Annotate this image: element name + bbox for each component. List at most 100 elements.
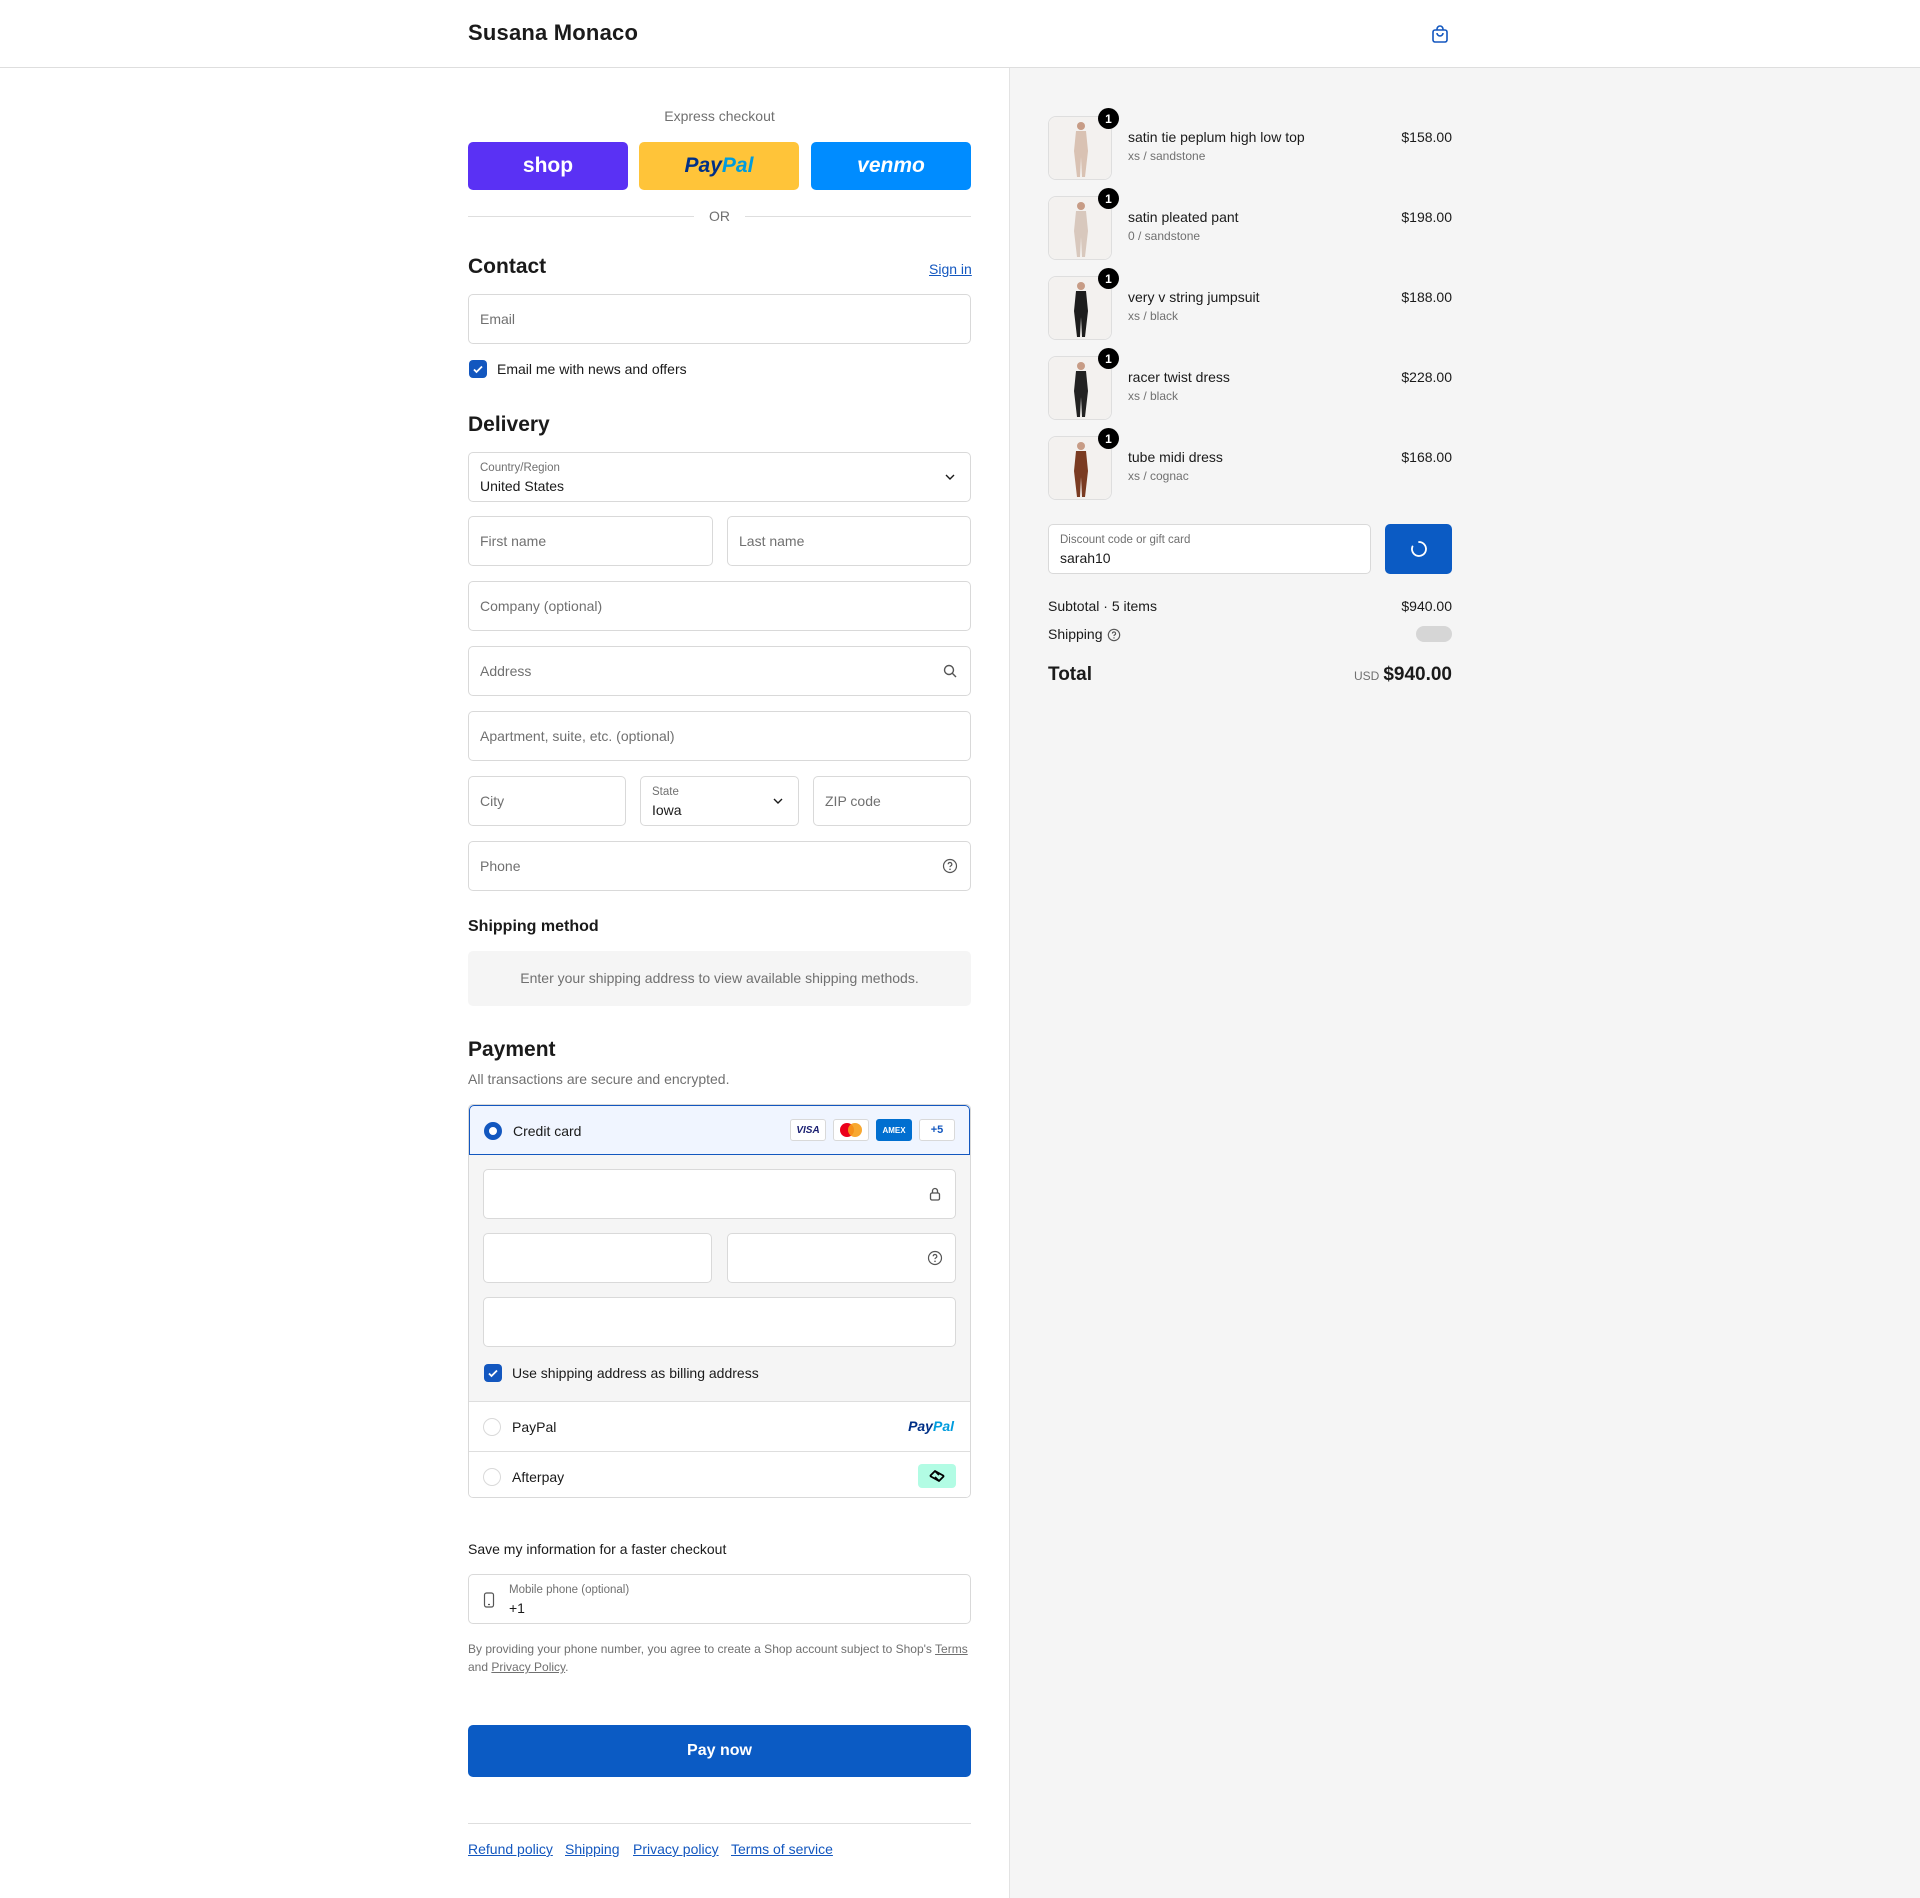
order-item: 1 very v string jumpsuit xs / black $188…	[1048, 268, 1452, 340]
sign-in-link[interactable]: Sign in	[929, 261, 972, 277]
apply-discount-button[interactable]	[1385, 524, 1452, 574]
product-name: racer twist dress	[1128, 369, 1230, 385]
help-circle-icon[interactable]	[1107, 628, 1121, 642]
product-variant: xs / black	[1128, 389, 1179, 403]
apartment-input[interactable]: Apartment, suite, etc. (optional)	[468, 711, 971, 761]
afterpay-option[interactable]: Afterpay	[469, 1452, 970, 1497]
amex-icon: AMEX	[876, 1119, 912, 1141]
refund-policy-link[interactable]: Refund policy	[468, 1841, 553, 1857]
paypal-button[interactable]: Pay Pal	[639, 142, 799, 190]
privacy-policy-link[interactable]: Privacy Policy	[491, 1660, 565, 1674]
checkmark-icon	[473, 365, 483, 374]
payment-heading: Payment	[468, 1038, 556, 1061]
product-variant: xs / black	[1128, 309, 1179, 323]
shipping-method-heading: Shipping method	[468, 918, 599, 935]
product-variant: xs / cognac	[1128, 469, 1189, 483]
paypal-option[interactable]: PayPal PayPal	[469, 1402, 970, 1452]
pay-now-button[interactable]: Pay now	[468, 1725, 971, 1777]
city-input[interactable]: City	[468, 776, 626, 826]
product-name: satin tie peplum high low top	[1128, 129, 1305, 145]
payment-subtitle: All transactions are secure and encrypte…	[468, 1071, 730, 1087]
shopping-bag-icon[interactable]	[1430, 24, 1450, 44]
quantity-badge: 1	[1098, 108, 1119, 129]
product-price: $228.00	[1401, 369, 1452, 385]
card-number-input[interactable]	[483, 1169, 956, 1219]
save-info-heading: Save my information for a faster checkou…	[468, 1541, 727, 1557]
newsletter-label: Email me with news and offers	[497, 361, 687, 377]
credit-card-label: Credit card	[513, 1123, 582, 1139]
product-price: $188.00	[1401, 289, 1452, 305]
order-item: 1 satin pleated pant 0 / sandstone $198.…	[1048, 188, 1452, 260]
quantity-badge: 1	[1098, 428, 1119, 449]
total-row: Total USD $940.00	[1048, 664, 1452, 686]
help-circle-icon[interactable]	[927, 1250, 943, 1266]
shop-pay-button[interactable]: shop	[468, 142, 628, 190]
brand-name[interactable]: Susana Monaco	[468, 20, 638, 46]
search-icon	[943, 664, 957, 678]
shipping-method-placeholder: Enter your shipping address to view avai…	[468, 951, 971, 1006]
chevron-down-icon	[945, 474, 955, 480]
afterpay-radio[interactable]	[483, 1468, 501, 1486]
newsletter-checkbox[interactable]	[469, 360, 487, 378]
email-input[interactable]: Email	[468, 294, 971, 344]
quantity-badge: 1	[1098, 188, 1119, 209]
product-price: $158.00	[1401, 129, 1452, 145]
shipping-loading-placeholder	[1416, 626, 1452, 642]
security-code-input[interactable]	[727, 1233, 956, 1283]
billing-address-checkbox[interactable]	[484, 1364, 502, 1382]
express-checkout-title: Express checkout	[664, 108, 775, 124]
product-name: satin pleated pant	[1128, 209, 1239, 225]
address-input[interactable]: Address	[468, 646, 971, 696]
order-item: 1 satin tie peplum high low top xs / san…	[1048, 108, 1452, 180]
quantity-badge: 1	[1098, 348, 1119, 369]
discount-code-input[interactable]: Discount code or gift card sarah10	[1048, 524, 1371, 574]
delivery-heading: Delivery	[468, 413, 550, 436]
terms-link[interactable]: Terms	[935, 1642, 968, 1656]
more-cards-badge: +5	[919, 1119, 955, 1141]
name-on-card-input[interactable]	[483, 1297, 956, 1347]
state-select[interactable]: State Iowa	[640, 776, 799, 826]
contact-heading: Contact	[468, 255, 547, 278]
credit-card-form: Use shipping address as billing address	[469, 1155, 970, 1402]
credit-card-option[interactable]: Credit card VISA AMEX +5	[469, 1105, 970, 1155]
afterpay-label: Afterpay	[512, 1469, 565, 1485]
billing-address-label: Use shipping address as billing address	[512, 1365, 759, 1381]
company-input[interactable]: Company (optional)	[468, 581, 971, 631]
shop-account-legal-text: By providing your phone number, you agre…	[468, 1642, 968, 1674]
paypal-label: PayPal	[512, 1419, 557, 1435]
shipping-label: Shipping	[1048, 626, 1103, 642]
afterpay-logo-icon	[918, 1464, 956, 1488]
order-summary-panel	[1009, 68, 1920, 1898]
paypal-radio[interactable]	[483, 1418, 501, 1436]
phone-input[interactable]: Phone	[468, 841, 971, 891]
privacy-policy-footer-link[interactable]: Privacy policy	[633, 1841, 719, 1857]
currency-code: USD	[1353, 669, 1380, 683]
subtotal-value: $940.00	[1401, 598, 1452, 614]
help-circle-icon[interactable]	[942, 858, 958, 874]
expiration-date-input[interactable]	[483, 1233, 712, 1283]
header: Susana Monaco	[0, 0, 1920, 68]
mobile-phone-input[interactable]: Mobile phone (optional) +1	[468, 1574, 971, 1624]
mastercard-icon	[833, 1119, 869, 1141]
venmo-button[interactable]: venmo	[811, 142, 971, 190]
first-name-input[interactable]: First name	[468, 516, 713, 566]
lock-icon	[929, 1187, 941, 1201]
product-name: very v string jumpsuit	[1128, 289, 1260, 305]
chevron-down-icon	[773, 798, 783, 804]
subtotal-label: Subtotal · 5 items	[1048, 598, 1157, 614]
total-value: $940.00	[1383, 664, 1452, 685]
zip-input[interactable]: ZIP code	[813, 776, 971, 826]
footer-divider	[468, 1823, 971, 1824]
credit-card-radio[interactable]	[484, 1122, 502, 1140]
checkmark-icon	[488, 1369, 498, 1378]
country-select[interactable]: Country/Region United States	[468, 452, 971, 502]
shipping-policy-link[interactable]: Shipping	[565, 1841, 620, 1857]
product-price: $198.00	[1401, 209, 1452, 225]
last-name-input[interactable]: Last name	[727, 516, 971, 566]
order-item: 1 racer twist dress xs / black $228.00	[1048, 348, 1452, 420]
product-variant: 0 / sandstone	[1128, 229, 1201, 243]
visa-icon: VISA	[790, 1119, 826, 1141]
subtotal-row: Subtotal · 5 items $940.00	[1048, 598, 1452, 614]
terms-of-service-link[interactable]: Terms of service	[731, 1841, 833, 1857]
order-item: 1 tube midi dress xs / cognac $168.00	[1048, 428, 1452, 500]
